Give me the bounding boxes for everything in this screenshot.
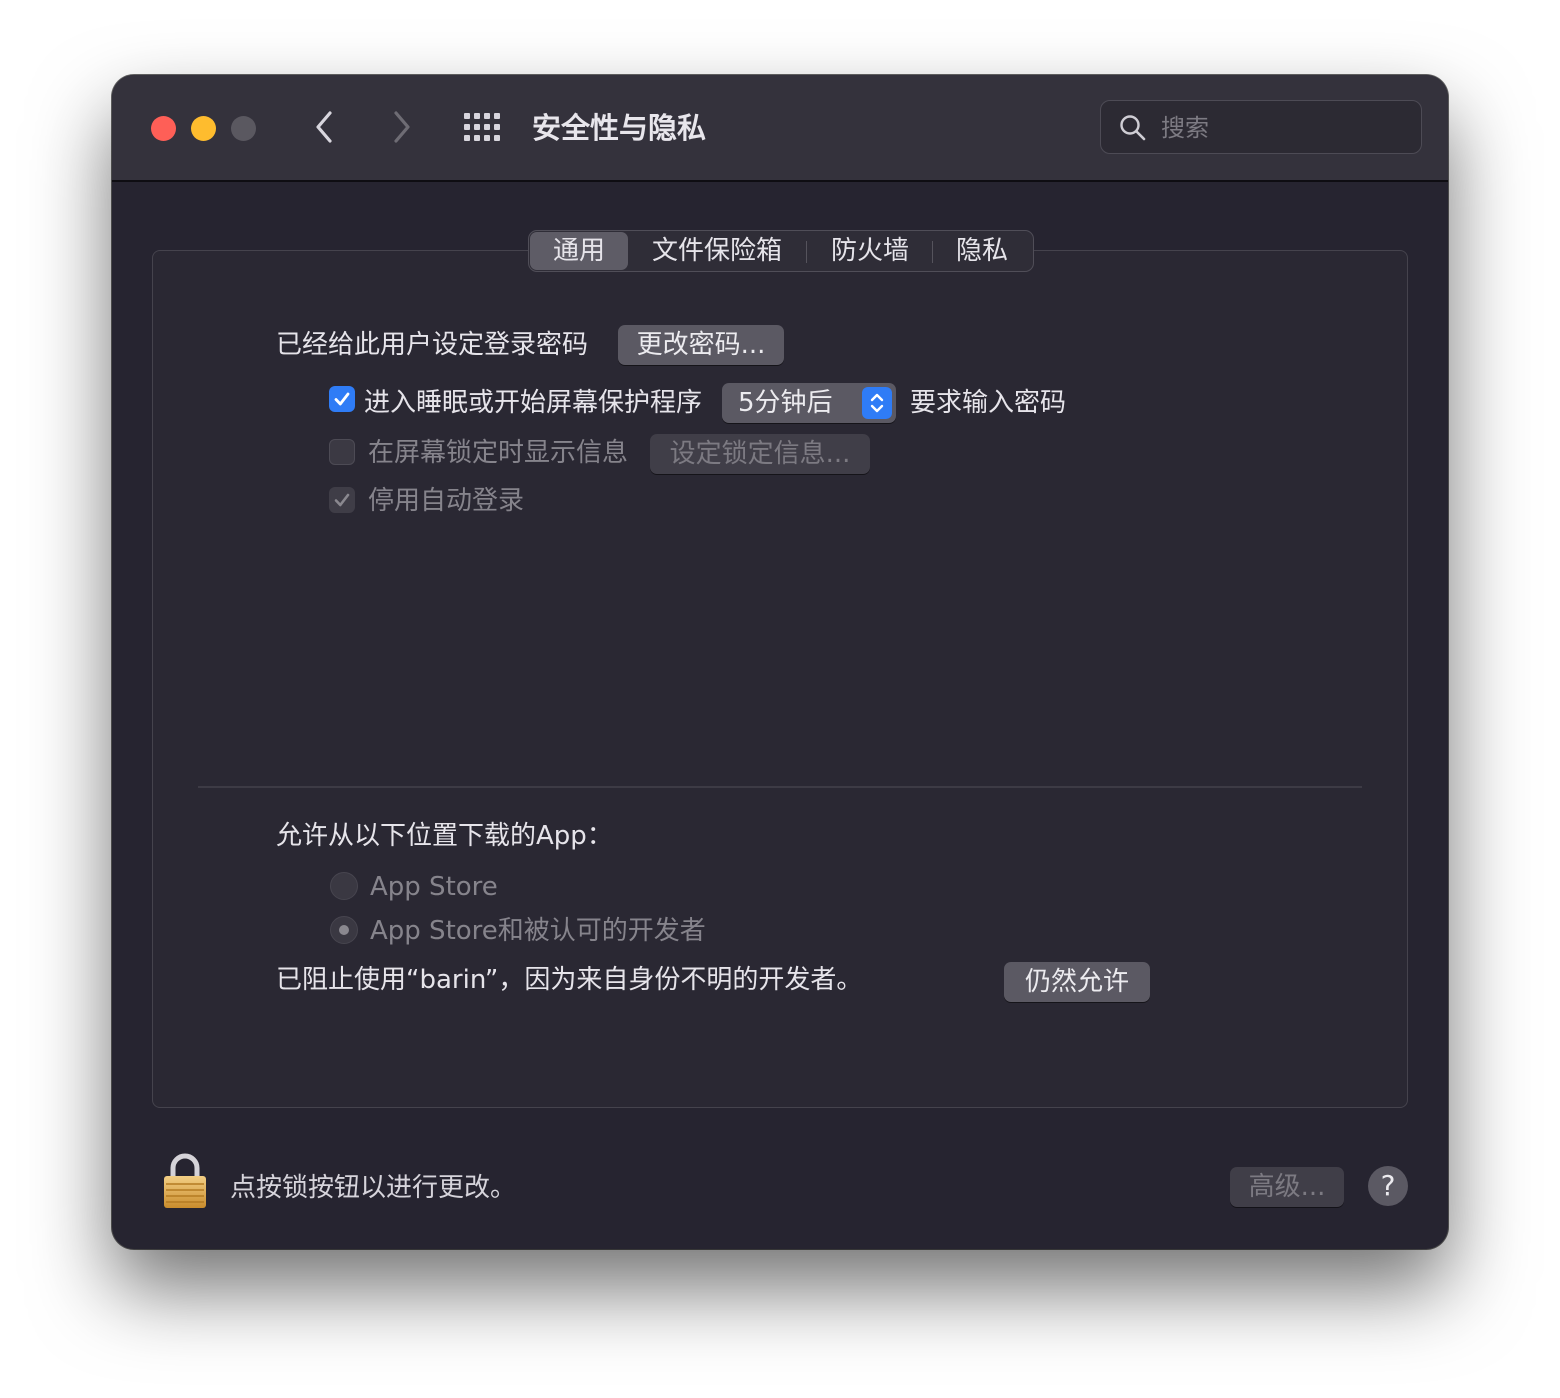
disable-auto-login-checkbox[interactable] xyxy=(329,487,355,513)
show-message-label: 在屏幕锁定时显示信息 xyxy=(368,438,629,468)
radio-app-store-label: App Store xyxy=(370,872,498,902)
search-placeholder: 搜索 xyxy=(1161,114,1209,142)
minimize-window-button[interactable] xyxy=(191,116,216,141)
password-delay-value: 5分钟后 xyxy=(738,388,833,418)
window-title: 安全性与隐私 xyxy=(532,111,707,145)
show-message-checkbox[interactable] xyxy=(329,439,355,465)
search-field[interactable]: 搜索 xyxy=(1100,100,1422,154)
downloads-heading: 允许从以下位置下载的App： xyxy=(276,821,613,851)
chevron-up-down-icon xyxy=(862,387,892,419)
blocked-app-message: 已阻止使用“barin”，因为来自身份不明的开发者。 xyxy=(276,965,863,995)
tab-separator xyxy=(806,241,807,263)
tab-bar: 通用 文件保险箱 防火墙 隐私 xyxy=(528,230,1034,272)
disable-auto-login-label: 停用自动登录 xyxy=(368,486,525,516)
set-lock-message-button[interactable]: 设定锁定信息... xyxy=(650,434,870,474)
require-password-label: 进入睡眠或开始屏幕保护程序 xyxy=(364,388,703,418)
back-arrow-icon[interactable] xyxy=(306,105,346,149)
require-password-checkbox[interactable] xyxy=(329,386,355,412)
tab-firewall[interactable]: 防火墙 xyxy=(810,231,930,271)
show-all-grid-icon[interactable] xyxy=(464,113,504,143)
checkmark-icon xyxy=(334,392,350,406)
search-icon xyxy=(1120,115,1146,141)
password-set-label: 已经给此用户设定登录密码 xyxy=(276,330,589,360)
section-divider xyxy=(198,786,1362,788)
tab-privacy[interactable]: 隐私 xyxy=(934,231,1030,271)
change-password-button[interactable]: 更改密码... xyxy=(618,325,784,365)
tab-filevault[interactable]: 文件保险箱 xyxy=(632,231,802,271)
radio-app-store[interactable] xyxy=(330,872,358,900)
lock-message: 点按锁按钮以进行更改。 xyxy=(230,1173,517,1203)
radio-app-store-identified[interactable] xyxy=(330,916,358,944)
help-button[interactable]: ? xyxy=(1368,1166,1408,1206)
titlebar: 安全性与隐私 搜索 xyxy=(112,75,1448,182)
zoom-window-button[interactable] xyxy=(231,116,256,141)
advanced-button[interactable]: 高级... xyxy=(1230,1167,1344,1207)
lock-icon[interactable] xyxy=(162,1153,208,1209)
radio-selected-dot xyxy=(339,925,349,935)
tab-general[interactable]: 通用 xyxy=(530,232,628,270)
require-password-suffix: 要求输入密码 xyxy=(910,388,1067,418)
forward-arrow-icon[interactable] xyxy=(382,105,422,149)
security-privacy-window: 安全性与隐私 搜索 通用 文件保险箱 防火墙 隐私 已经给此用户设定登录密码 更… xyxy=(112,75,1448,1249)
radio-app-store-identified-label: App Store和被认可的开发者 xyxy=(370,916,706,946)
checkmark-icon xyxy=(334,493,350,507)
allow-anyway-button[interactable]: 仍然允许 xyxy=(1004,962,1150,1002)
tab-separator xyxy=(932,241,933,263)
password-delay-popup[interactable]: 5分钟后 xyxy=(722,383,896,423)
close-window-button[interactable] xyxy=(151,116,176,141)
